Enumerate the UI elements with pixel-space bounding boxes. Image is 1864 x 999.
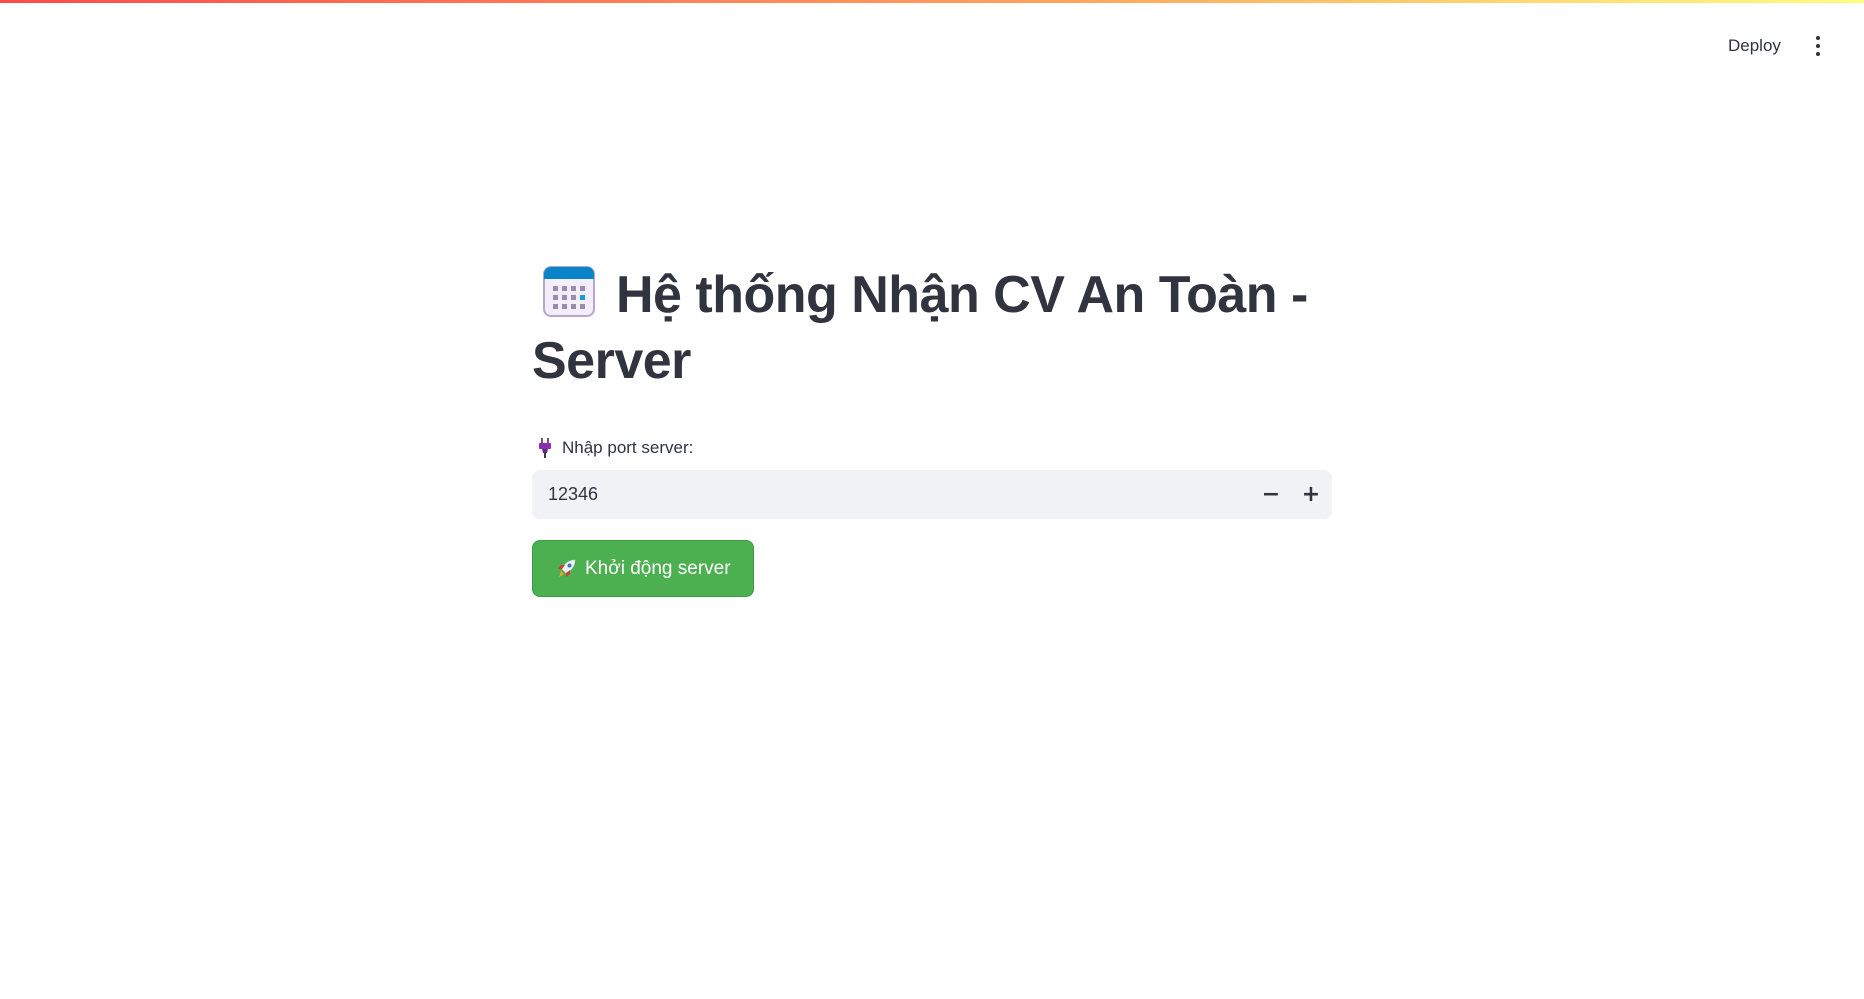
- main-menu-button[interactable]: [1800, 28, 1836, 64]
- calendar-icon: [543, 266, 595, 317]
- start-server-button-label: Khởi động server: [585, 557, 731, 579]
- kebab-menu-icon-dot: [1816, 44, 1820, 48]
- kebab-menu-icon: [1816, 36, 1820, 40]
- page-title: Hệ thống Nhận CV An Toàn - Server: [532, 262, 1332, 394]
- main-content: Hệ thống Nhận CV An Toàn - Server Nhập p…: [532, 262, 1332, 597]
- plug-icon: [539, 438, 551, 458]
- port-number-input: − +: [532, 470, 1332, 519]
- page-title-text: Hệ thống Nhận CV An Toàn - Server: [532, 266, 1308, 390]
- decrement-button[interactable]: −: [1251, 470, 1291, 519]
- deploy-button[interactable]: Deploy: [1716, 30, 1793, 62]
- port-field-label: Nhập port server:: [532, 436, 1332, 460]
- port-field-label-text: Nhập port server:: [562, 438, 694, 457]
- port-input[interactable]: [532, 470, 1251, 519]
- kebab-menu-icon-dot: [1816, 52, 1820, 56]
- rocket-icon: [558, 559, 576, 577]
- app-header: Deploy: [0, 0, 1864, 90]
- start-server-button[interactable]: Khởi động server: [532, 540, 754, 597]
- increment-button[interactable]: +: [1291, 470, 1331, 519]
